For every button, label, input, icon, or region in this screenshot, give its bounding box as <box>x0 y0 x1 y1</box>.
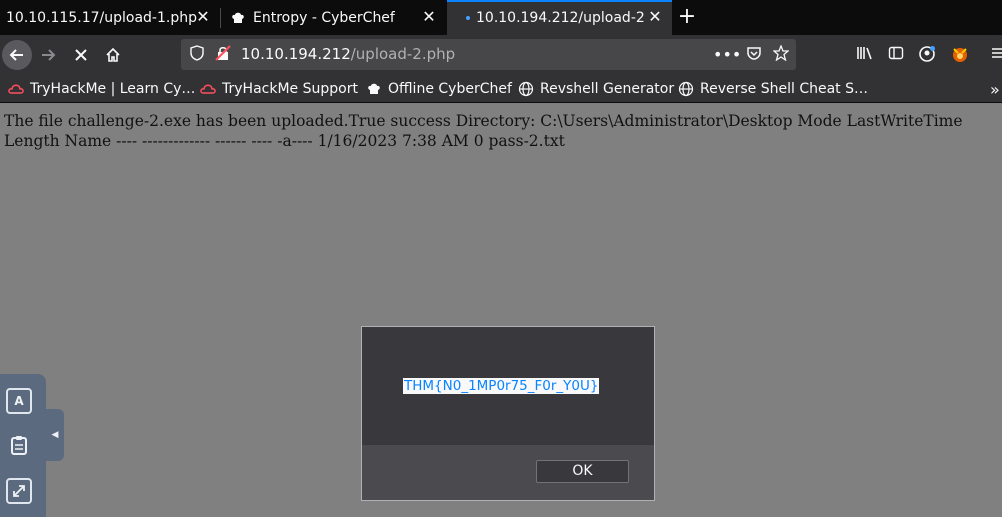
bookmark-label: TryHackMe | Learn Cy… <box>30 81 196 97</box>
url-host: 10.10.194.212 <box>241 45 351 63</box>
side-panel-toggle[interactable]: ◀ <box>46 409 64 461</box>
fullscreen-icon <box>13 485 25 497</box>
address-bar[interactable]: 10.10.194.212/upload-2.php ••• <box>181 39 796 70</box>
alert-dialog: THM{N0_1MP0r75_F0r_Y0U} OK <box>361 326 655 501</box>
insecure-lock-icon[interactable] <box>213 45 233 65</box>
tryhackme-icon <box>8 81 24 97</box>
navigation-bar: 10.10.194.212/upload-2.php ••• <box>0 35 1002 75</box>
tab-upload-1[interactable]: 10.10.115.17/upload-1.php ✕ <box>0 0 220 35</box>
bookmarks-bar: TryHackMe | Learn Cy… TryHackMe Support … <box>0 75 1002 103</box>
chef-hat-icon <box>366 81 382 97</box>
bookmark-offline-cyberchef[interactable]: Offline CyberChef <box>366 80 512 98</box>
stop-button[interactable] <box>66 40 96 70</box>
url-text[interactable]: 10.10.194.212/upload-2.php <box>241 45 455 63</box>
fullscreen-button[interactable] <box>6 478 32 504</box>
chevron-double-right-icon[interactable]: » <box>990 80 1000 99</box>
bookmark-star-icon[interactable] <box>771 44 791 65</box>
bookmark-reverse-shell-cheat-sheet[interactable]: Reverse Shell Cheat S… <box>678 80 868 98</box>
text-input-button[interactable]: A <box>6 388 32 414</box>
upload-result-text: The file challenge-2.exe has been upload… <box>4 112 963 150</box>
close-icon[interactable]: ✕ <box>194 8 212 26</box>
bookmark-label: Offline CyberChef <box>388 81 512 97</box>
clipboard-button[interactable] <box>6 432 32 458</box>
bookmark-label: Reverse Shell Cheat S… <box>700 81 868 97</box>
globe-icon <box>518 81 534 97</box>
new-tab-button[interactable]: + <box>676 3 698 31</box>
clipboard-icon <box>11 436 27 455</box>
extension-fox-icon[interactable] <box>950 45 970 65</box>
home-icon <box>106 47 120 62</box>
library-icon[interactable] <box>855 45 875 65</box>
tab-label: Entropy - CyberChef <box>253 9 395 26</box>
menu-icon[interactable] <box>988 45 1002 65</box>
loading-dot-icon <box>466 15 470 20</box>
tab-upload-2[interactable]: 10.10.194.212/upload-2.p ✕ <box>447 0 672 35</box>
tab-label: 10.10.115.17/upload-1.php <box>6 9 197 26</box>
pocket-icon[interactable] <box>744 45 764 65</box>
side-panel: A <box>0 374 46 517</box>
caret-left-icon: ◀ <box>51 430 59 440</box>
shield-icon[interactable] <box>187 45 207 65</box>
ok-button[interactable]: OK <box>536 460 629 483</box>
tryhackme-icon <box>200 81 216 97</box>
tab-cyberchef[interactable]: Entropy - CyberChef ✕ <box>221 0 446 35</box>
close-icon[interactable]: ✕ <box>420 8 438 26</box>
tab-bar: 10.10.115.17/upload-1.php ✕ Entropy - Cy… <box>0 0 1002 35</box>
bookmark-tryhackme-learn[interactable]: TryHackMe | Learn Cy… <box>8 80 195 98</box>
tab-label: 10.10.194.212/upload-2.p <box>476 9 644 26</box>
account-icon[interactable] <box>917 45 937 65</box>
text-input-icon: A <box>14 394 24 408</box>
bookmark-tryhackme-support[interactable]: TryHackMe Support <box>200 80 358 98</box>
stop-x-icon <box>75 49 87 61</box>
back-button[interactable] <box>2 40 32 70</box>
dialog-footer: OK <box>362 445 654 500</box>
bookmark-label: Revshell Generator <box>540 81 675 97</box>
globe-icon <box>678 81 694 97</box>
arrow-left-icon <box>9 49 23 61</box>
bookmark-label: TryHackMe Support <box>222 81 358 97</box>
dialog-message[interactable]: THM{N0_1MP0r75_F0r_Y0U} <box>403 378 600 394</box>
forward-button[interactable] <box>33 40 63 70</box>
arrow-right-icon <box>42 49 56 61</box>
close-icon[interactable]: ✕ <box>646 8 664 26</box>
home-button[interactable] <box>98 40 128 70</box>
url-path: /upload-2.php <box>350 45 456 63</box>
dialog-body: THM{N0_1MP0r75_F0r_Y0U} <box>362 327 654 445</box>
chef-hat-icon <box>232 12 244 23</box>
sidebar-icon[interactable] <box>886 45 906 65</box>
bookmark-revshell-generator[interactable]: Revshell Generator <box>518 80 674 98</box>
page-actions-icon[interactable]: ••• <box>713 45 741 65</box>
